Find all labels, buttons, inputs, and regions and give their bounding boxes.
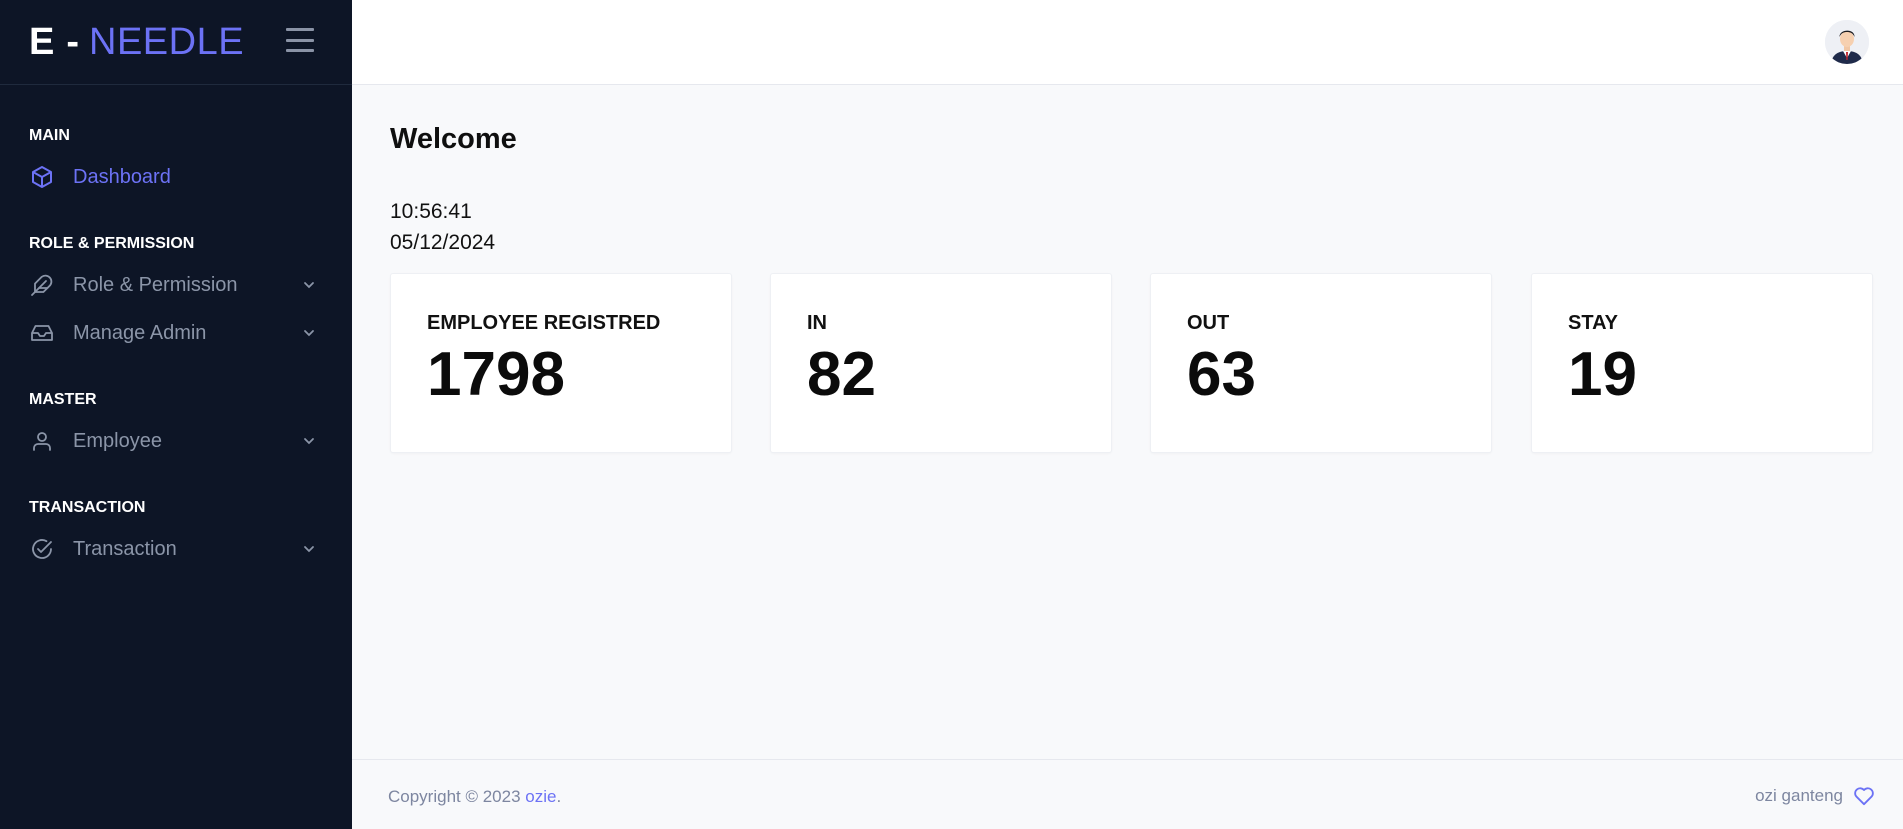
stat-card-label: OUT [1187,312,1230,334]
sidebar: E - NEEDLE MAIN Dashboard ROLE & PERMISS… [0,0,352,829]
footer-credit-text: ozi ganteng [1755,786,1843,805]
current-date: 05/12/2024 [390,231,496,254]
stat-card-label: IN [807,312,827,334]
footer: Copyright © 2023 ozie. ozi ganteng [352,759,1903,829]
chevron-down-icon [299,323,319,343]
brand-dash: - [66,20,80,63]
footer-credit: ozi ganteng [1755,786,1875,806]
sidebar-item-dashboard[interactable]: Dashboard [29,161,319,193]
copyright-suffix: . [556,787,562,806]
copyright-text: Copyright © 2023 ozie. [388,787,561,807]
sidebar-item-label: Manage Admin [73,321,207,344]
sidebar-item-label: Transaction [73,537,177,560]
brand-text-e: E [29,20,55,63]
stat-card-value: 82 [807,340,876,409]
stat-card-value: 19 [1568,340,1637,409]
sidebar-item-manage-admin[interactable]: Manage Admin [29,317,319,349]
stat-card-value: 1798 [427,340,565,409]
copyright-prefix: Copyright © 2023 [388,787,521,806]
hamburger-menu-icon[interactable] [286,28,314,52]
topbar [352,0,1903,85]
sidebar-item-role-permission[interactable]: Role & Permission [29,269,319,301]
sidebar-item-label: Employee [73,429,162,452]
stat-card-stay: STAY 19 [1531,273,1873,453]
heart-icon [1853,786,1875,806]
stat-card-in: IN 82 [770,273,1112,453]
cube-icon [29,164,55,190]
feather-icon [29,272,55,298]
check-circle-icon [29,536,55,562]
current-time: 10:56:41 [390,200,472,223]
user-avatar[interactable] [1825,20,1869,64]
copyright-link[interactable]: ozie [525,787,556,806]
brand: E - NEEDLE [0,0,352,85]
chevron-down-icon [299,539,319,559]
section-title-main: MAIN [29,127,70,144]
stat-card-label: EMPLOYEE REGISTRED [427,312,661,334]
brand-text-needle: NEEDLE [89,20,245,63]
section-title-role-permission: ROLE & PERMISSION [29,235,195,252]
section-title-master: MASTER [29,391,97,408]
chevron-down-icon [299,275,319,295]
user-icon [29,428,55,454]
sidebar-item-label: Dashboard [73,165,171,188]
stat-card-out: OUT 63 [1150,273,1492,453]
sidebar-item-employee[interactable]: Employee [29,425,319,457]
chevron-down-icon [299,431,319,451]
stat-card-value: 63 [1187,340,1256,409]
stat-card-employee-registered: EMPLOYEE REGISTRED 1798 [390,273,732,453]
page-title: Welcome [390,123,517,155]
sidebar-item-label: Role & Permission [73,273,238,296]
inbox-icon [29,320,55,346]
main-content: Welcome 10:56:41 05/12/2024 EMPLOYEE REG… [352,85,1903,759]
stat-card-label: STAY [1568,312,1619,334]
sidebar-item-transaction[interactable]: Transaction [29,533,319,565]
section-title-transaction: TRANSACTION [29,499,146,516]
